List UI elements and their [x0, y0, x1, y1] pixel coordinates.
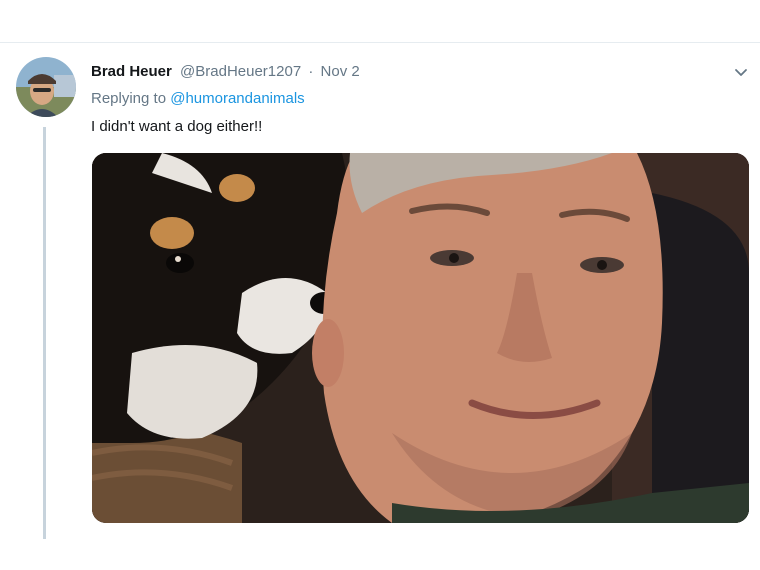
- thread-line: [43, 127, 46, 539]
- mention-link[interactable]: @humorandanimals: [170, 90, 304, 107]
- user-handle[interactable]: @BradHeuer1207: [180, 63, 301, 80]
- tweet-date[interactable]: Nov 2: [321, 63, 360, 80]
- tweet-header: Brad Heuer @BradHeuer1207 · Nov 2: [91, 62, 360, 82]
- display-name[interactable]: Brad Heuer: [91, 63, 172, 80]
- chevron-down-icon[interactable]: [731, 62, 751, 82]
- tweet-photo[interactable]: [92, 153, 749, 523]
- replying-to: Replying to @humorandanimals: [91, 89, 305, 109]
- divider: [0, 42, 760, 43]
- replying-to-label: Replying to: [91, 90, 167, 107]
- separator-dot: ·: [308, 63, 314, 80]
- avatar[interactable]: [16, 57, 76, 117]
- tweet-text: I didn't want a dog either!!: [91, 118, 263, 135]
- tweet-page: Brad Heuer @BradHeuer1207 · Nov 2 Replyi…: [0, 0, 760, 570]
